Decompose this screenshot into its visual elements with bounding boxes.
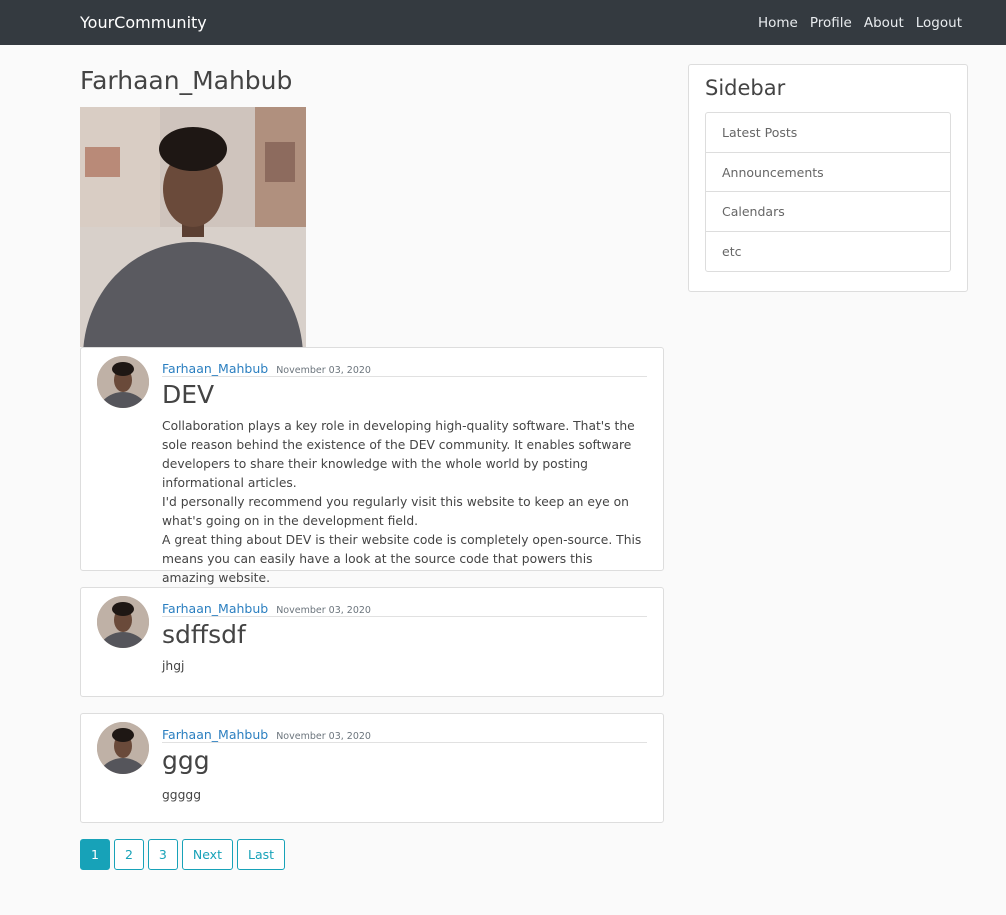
nav-profile-link[interactable]: Profile bbox=[810, 15, 852, 31]
sidebar-title: Sidebar bbox=[705, 76, 786, 100]
post-card: Farhaan_Mahbub November 03, 2020 sdffsdf … bbox=[80, 587, 664, 697]
sidebar-item-calendars[interactable]: Calendars bbox=[706, 192, 950, 232]
post-author-link[interactable]: Farhaan_Mahbub bbox=[162, 601, 268, 616]
nav-links: Home Profile About Logout bbox=[758, 15, 962, 31]
pagination: 1 2 3 Next Last bbox=[80, 839, 289, 870]
brand-link[interactable]: YourCommunity bbox=[80, 13, 207, 32]
profile-name: Farhaan_Mahbub bbox=[80, 66, 293, 95]
profile-photo bbox=[80, 107, 306, 347]
page-3-button[interactable]: 3 bbox=[147, 839, 178, 870]
post-card: Farhaan_Mahbub November 03, 2020 DEV Coll… bbox=[80, 347, 664, 585]
next-page-button[interactable]: Next bbox=[181, 839, 233, 870]
author-avatar bbox=[97, 596, 149, 648]
nav-logout-link[interactable]: Logout bbox=[916, 15, 962, 31]
post-meta: Farhaan_Mahbub November 03, 2020 bbox=[162, 358, 647, 377]
post-meta: Farhaan_Mahbub November 03, 2020 bbox=[162, 724, 647, 743]
post-author-link[interactable]: Farhaan_Mahbub bbox=[162, 361, 268, 376]
top-navbar: YourCommunity Home Profile About Logout bbox=[0, 0, 1006, 45]
post-date: November 03, 2020 bbox=[276, 365, 371, 376]
sidebar-item-latest-posts[interactable]: Latest Posts bbox=[706, 113, 950, 153]
post-date: November 03, 2020 bbox=[276, 731, 371, 742]
nav-about-link[interactable]: About bbox=[864, 15, 904, 31]
post-paragraph: ggggg bbox=[162, 788, 202, 802]
last-page-button[interactable]: Last bbox=[236, 839, 286, 870]
sidebar-list: Latest Posts Announcements Calendars etc bbox=[705, 112, 951, 272]
post-paragraph: I'd personally recommend you regularly v… bbox=[162, 495, 629, 528]
post-paragraph: jhgj bbox=[162, 659, 185, 673]
sidebar-item-announcements[interactable]: Announcements bbox=[706, 153, 950, 192]
author-avatar bbox=[97, 356, 149, 408]
sidebar: Sidebar Latest Posts Announcements Calen… bbox=[688, 64, 968, 292]
page-1-button[interactable]: 1 bbox=[80, 839, 110, 870]
post-card: Farhaan_Mahbub November 03, 2020 ggg gggg… bbox=[80, 713, 664, 823]
author-avatar bbox=[97, 722, 149, 774]
page-2-button[interactable]: 2 bbox=[113, 839, 144, 870]
post-content: ggggg bbox=[162, 786, 647, 805]
post-title[interactable]: ggg bbox=[162, 746, 210, 775]
post-author-link[interactable]: Farhaan_Mahbub bbox=[162, 727, 268, 742]
post-paragraph: A great thing about DEV is their website… bbox=[162, 533, 642, 585]
post-paragraph: Collaboration plays a key role in develo… bbox=[162, 419, 635, 490]
post-date: November 03, 2020 bbox=[276, 605, 371, 616]
sidebar-item-etc[interactable]: etc bbox=[706, 232, 950, 272]
post-meta: Farhaan_Mahbub November 03, 2020 bbox=[162, 598, 647, 617]
post-title[interactable]: DEV bbox=[162, 380, 214, 409]
nav-home-link[interactable]: Home bbox=[758, 15, 798, 31]
post-title[interactable]: sdffsdf bbox=[162, 620, 246, 649]
post-content: Collaboration plays a key role in develo… bbox=[162, 417, 647, 588]
post-content: jhgj bbox=[162, 657, 647, 676]
